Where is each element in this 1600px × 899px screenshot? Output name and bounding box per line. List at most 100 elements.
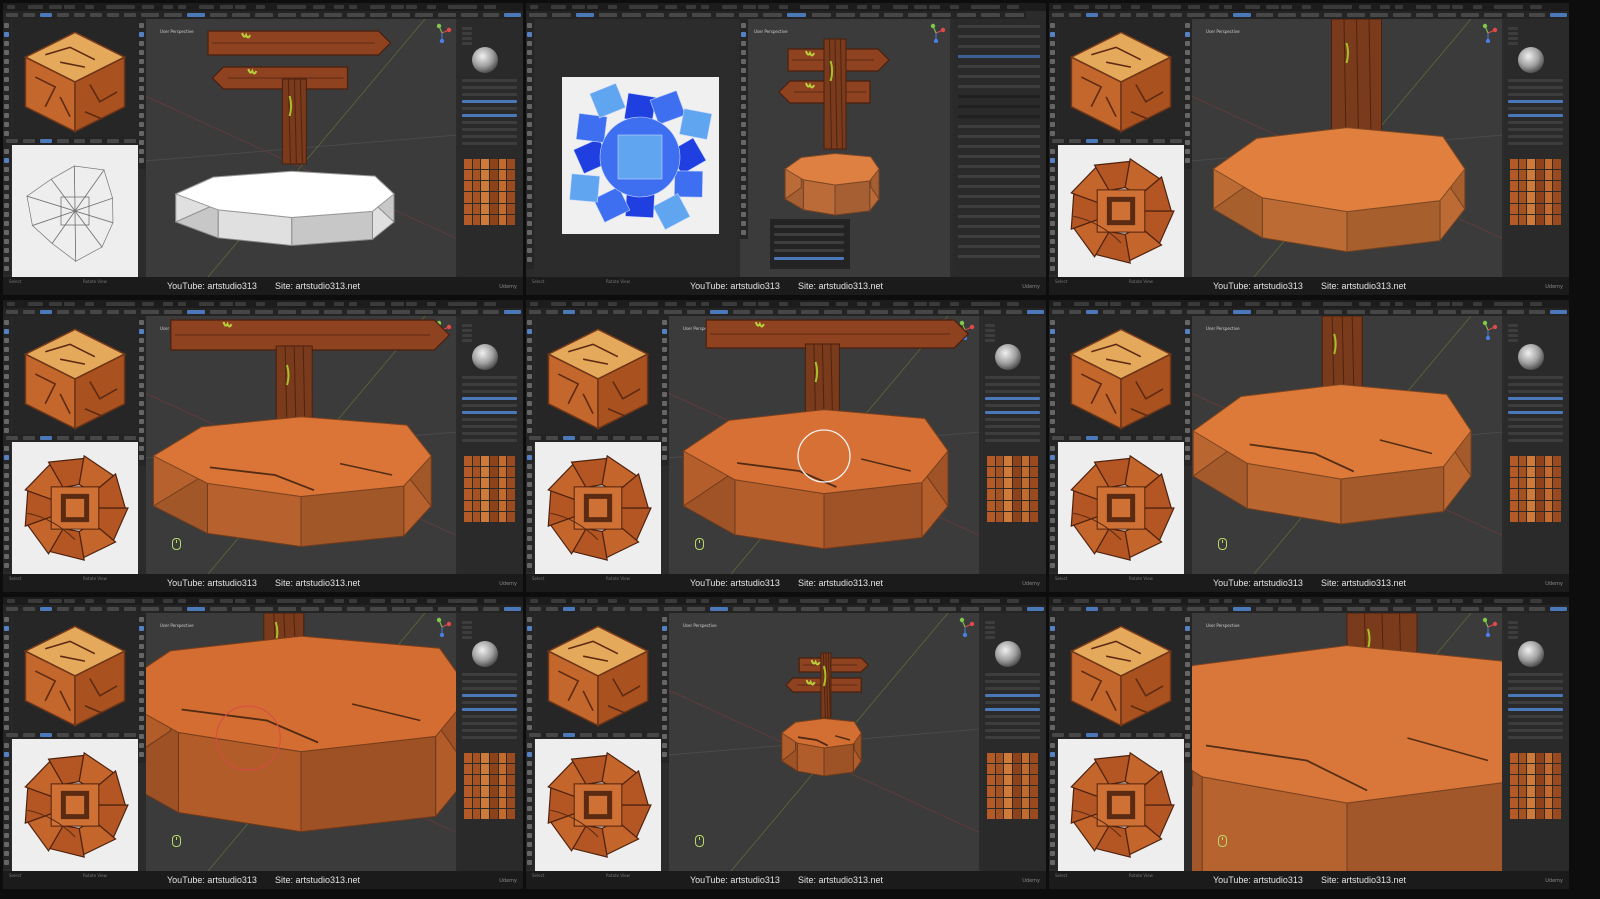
header-button[interactable]	[552, 13, 571, 17]
header-button[interactable]	[461, 607, 478, 611]
property-row[interactable]	[1508, 329, 1518, 332]
header-button[interactable]	[1369, 13, 1388, 17]
outliner-row[interactable]	[958, 125, 1040, 128]
property-row[interactable]	[462, 142, 517, 145]
tool-icon[interactable]	[4, 104, 9, 109]
header-button[interactable]	[613, 436, 626, 440]
menu-item[interactable]	[370, 5, 385, 9]
menu-item[interactable]	[608, 5, 617, 9]
tool-icon[interactable]	[527, 536, 532, 541]
header-button[interactable]	[141, 13, 159, 17]
header-button[interactable]	[622, 13, 641, 17]
tool-icon[interactable]	[662, 428, 667, 433]
tool-icon[interactable]	[741, 113, 746, 118]
header-button[interactable]	[1278, 607, 1297, 611]
header-button[interactable]	[1438, 13, 1457, 17]
outliner-row[interactable]	[958, 55, 1040, 58]
header-button[interactable]	[56, 310, 69, 314]
tool-icon[interactable]	[1185, 23, 1190, 28]
tool-icon[interactable]	[527, 842, 532, 847]
menu-item[interactable]	[142, 599, 154, 603]
header-button[interactable]	[1170, 139, 1182, 143]
tool-icon[interactable]	[527, 752, 532, 757]
header-button[interactable]	[1170, 310, 1182, 314]
tool-icon[interactable]	[1050, 176, 1055, 181]
property-row[interactable]	[1508, 114, 1563, 117]
tool-icon[interactable]	[527, 815, 532, 820]
brush-preview[interactable]	[1518, 641, 1544, 667]
header-button[interactable]	[961, 607, 979, 611]
tool-icon[interactable]	[527, 338, 532, 343]
tool-icon[interactable]	[4, 194, 9, 199]
menu-item[interactable]	[1437, 5, 1450, 9]
tool-icon[interactable]	[1185, 419, 1190, 424]
tool-icon[interactable]	[1185, 680, 1190, 685]
menu-item[interactable]	[530, 599, 538, 603]
menu-item[interactable]	[427, 599, 436, 603]
outliner-row[interactable]	[958, 115, 1040, 118]
tool-icon[interactable]	[527, 509, 532, 514]
property-row[interactable]	[1508, 27, 1518, 30]
menu-item[interactable]	[28, 302, 43, 306]
property-row[interactable]	[462, 107, 517, 110]
menu-item[interactable]	[1110, 302, 1121, 306]
property-row[interactable]	[1508, 37, 1518, 40]
header-button[interactable]	[1187, 607, 1205, 611]
header-button[interactable]	[107, 139, 120, 143]
menu-item[interactable]	[929, 5, 940, 9]
tool-icon[interactable]	[4, 149, 9, 154]
header-button[interactable]	[73, 139, 86, 143]
header-button[interactable]	[763, 13, 783, 17]
tool-icon[interactable]	[527, 725, 532, 730]
menu-item[interactable]	[235, 5, 246, 9]
menu-item[interactable]	[1323, 599, 1339, 603]
tool-icon[interactable]	[741, 86, 746, 91]
menu-item[interactable]	[142, 5, 154, 9]
tool-icon[interactable]	[527, 410, 532, 415]
header-button[interactable]	[56, 733, 69, 737]
menu-item[interactable]	[1095, 599, 1108, 603]
header-button[interactable]	[1170, 436, 1182, 440]
menu-item[interactable]	[857, 302, 867, 306]
tool-icon[interactable]	[139, 59, 144, 64]
header-button[interactable]	[482, 607, 500, 611]
tool-icon[interactable]	[1185, 68, 1190, 73]
menu-item[interactable]	[1473, 302, 1482, 306]
tool-icon[interactable]	[4, 509, 9, 514]
tool-icon[interactable]	[4, 203, 9, 208]
menu-item[interactable]	[572, 302, 585, 306]
outliner-row[interactable]	[958, 85, 1040, 88]
header-button[interactable]	[599, 13, 618, 17]
header-button[interactable]	[562, 607, 575, 611]
tool-icon[interactable]	[139, 410, 144, 415]
header-button[interactable]	[630, 310, 643, 314]
header-button[interactable]	[835, 13, 855, 17]
header-button[interactable]	[1369, 310, 1388, 314]
tool-icon[interactable]	[139, 401, 144, 406]
property-row[interactable]	[1508, 736, 1563, 739]
tool-icon[interactable]	[4, 329, 9, 334]
menu-item[interactable]	[106, 302, 122, 306]
header-button[interactable]	[461, 13, 478, 17]
tool-icon[interactable]	[662, 617, 667, 622]
header-button[interactable]	[1415, 310, 1434, 314]
tool-icon[interactable]	[1185, 374, 1190, 379]
header-button[interactable]	[1187, 310, 1205, 314]
menu-item[interactable]	[986, 599, 1000, 603]
property-row[interactable]	[462, 626, 472, 629]
image-editor[interactable]	[1058, 145, 1184, 277]
header-button[interactable]	[1052, 310, 1064, 314]
header-button[interactable]	[124, 310, 136, 314]
menu-item[interactable]	[743, 302, 756, 306]
uv-sheet[interactable]	[562, 77, 719, 234]
menu-item[interactable]	[815, 5, 829, 9]
menu-item[interactable]	[1338, 302, 1352, 306]
property-row[interactable]	[1508, 324, 1518, 327]
menu-item[interactable]	[1074, 599, 1089, 603]
menu-item[interactable]	[914, 599, 927, 603]
property-row[interactable]	[462, 114, 517, 117]
tool-icon[interactable]	[139, 383, 144, 388]
tool-icon[interactable]	[4, 842, 9, 847]
header-button[interactable]	[232, 13, 251, 17]
tool-icon[interactable]	[1050, 491, 1055, 496]
